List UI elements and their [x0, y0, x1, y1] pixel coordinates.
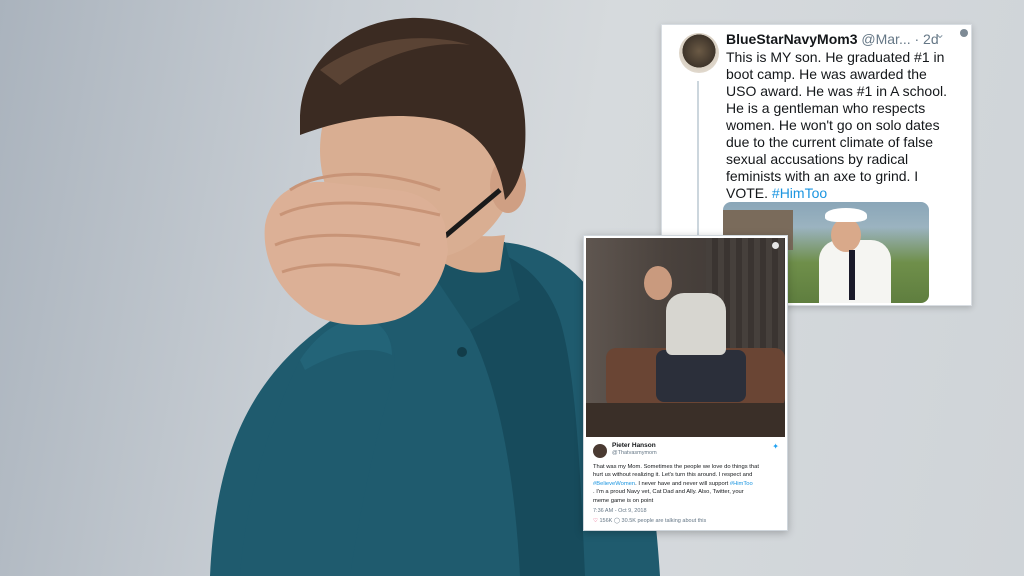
tweet-line: women. He won't go on solo dates — [726, 117, 940, 133]
tweet-line: feminists with an axe to grind. I — [726, 168, 919, 184]
tweet-photo-couch[interactable] — [586, 238, 785, 437]
user-handle[interactable]: @Thatvasmymom — [612, 450, 657, 456]
tweet-line: boot camp. He was awarded the — [726, 66, 927, 82]
dot-icon — [960, 29, 968, 37]
avatar[interactable] — [593, 444, 607, 458]
sailor-uniform — [819, 240, 891, 303]
tweet-line: due to the current climate of false — [726, 134, 933, 150]
tweet-line: meme game is on point — [593, 497, 654, 504]
tweet-line: #BelieveWomen. I never have and never wi… — [593, 480, 781, 488]
tweet-timestamp[interactable]: 7:36 AM - Oct 9, 2018 — [593, 508, 647, 514]
tshirt — [666, 293, 726, 355]
comment-icon[interactable]: ◯ — [614, 518, 620, 524]
tweet-line: That was my Mom. Sometimes the people we… — [593, 464, 759, 470]
tweet-text-fragment: VOTE. — [726, 185, 772, 201]
tweet-line: He is a gentleman who respects — [726, 100, 926, 116]
hashtag-link[interactable]: #HimToo — [730, 481, 753, 487]
tweet-stats: ♡ 156K ◯ 30.5K people are talking about … — [593, 518, 706, 524]
tweet-text-fragment: . I never have and never will support — [635, 480, 729, 487]
display-name[interactable]: Pieter Hanson — [612, 442, 656, 449]
jeans — [656, 350, 746, 402]
scene: BlueStarNavyMom3 @Mar... · 2d ⌄ This is … — [0, 0, 1024, 576]
tweet-text: This is MY son. He graduated #1 in boot … — [726, 49, 962, 202]
tweet-line: hurt us without realizing it. Let's turn… — [593, 472, 753, 479]
hashtag-link[interactable]: #BelieveWomen — [593, 481, 635, 487]
chevron-down-icon[interactable]: ⌄ — [935, 27, 945, 41]
display-name[interactable]: BlueStarNavyMom3 — [726, 31, 858, 47]
tweet-line: VOTE. #HimToo — [726, 185, 962, 202]
twitter-bird-icon[interactable]: ✦ — [772, 442, 779, 451]
dot-icon — [772, 242, 779, 249]
sailor-face — [831, 218, 861, 252]
user-handle[interactable]: @Mar... — [861, 31, 910, 47]
tweet-text: That was my Mom. Sometimes the people we… — [593, 463, 781, 505]
like-count: 156K — [599, 518, 613, 524]
floor — [586, 403, 785, 437]
tweet-line: This is MY son. He graduated #1 in — [726, 49, 945, 65]
sailor-hat — [825, 208, 867, 222]
talking-count[interactable]: 30.5K people are talking about this — [622, 518, 707, 524]
avatar[interactable] — [679, 33, 719, 73]
tweet-line: USO award. He was #1 in A school. — [726, 83, 947, 99]
tweet-card-pieter: Pieter Hanson @Thatvasmymom ✦ That was m… — [583, 235, 788, 531]
neckerchief — [849, 250, 855, 300]
hashtag-link[interactable]: #HimToo — [772, 185, 827, 201]
face — [644, 266, 672, 300]
tweet-line: . I'm a proud Navy vet, Cat Dad and Ally… — [593, 489, 744, 496]
tweet-line: sexual accusations by radical — [726, 151, 909, 167]
heart-icon[interactable]: ♡ — [593, 518, 598, 524]
